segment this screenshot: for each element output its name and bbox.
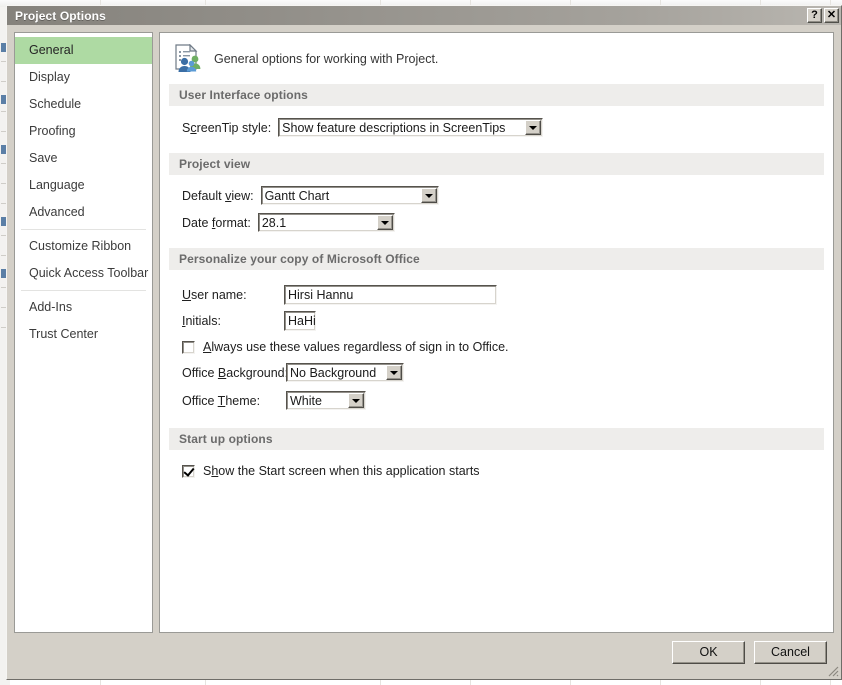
sidebar-item-quick-access-toolbar[interactable]: Quick Access Toolbar <box>15 260 152 287</box>
dialog-body: General Display Schedule Proofing Save L… <box>7 25 841 633</box>
section-header-user-interface: User Interface options <box>169 84 824 106</box>
date-format-label: Date format: <box>182 215 251 230</box>
chevron-down-icon[interactable] <box>376 215 393 230</box>
chevron-down-icon[interactable] <box>386 365 402 380</box>
resize-grip[interactable] <box>825 663 839 677</box>
options-sidebar: General Display Schedule Proofing Save L… <box>14 32 153 633</box>
sidebar-item-trust-center[interactable]: Trust Center <box>15 321 152 348</box>
sidebar-item-language[interactable]: Language <box>15 172 152 199</box>
show-start-screen-checkbox[interactable] <box>182 464 195 478</box>
date-format-dropdown[interactable]: 28.1 <box>257 213 395 232</box>
options-main-pane: General options for working with Project… <box>159 32 834 633</box>
user-name-label: User name: <box>182 287 247 302</box>
user-name-input[interactable]: Hirsi Hannu <box>284 284 497 305</box>
initials-input[interactable]: HaHi <box>284 310 316 331</box>
always-use-values-label: Always use these values regardless of si… <box>203 340 509 354</box>
sidebar-item-general[interactable]: General <box>15 37 152 64</box>
initials-label: Initials: <box>182 313 221 328</box>
section-header-project-view: Project view <box>169 153 824 175</box>
sidebar-item-display[interactable]: Display <box>15 64 152 91</box>
sidebar-separator <box>21 229 146 230</box>
sidebar-separator <box>21 290 146 291</box>
close-icon[interactable]: ✕ <box>824 8 839 23</box>
default-view-label: Default view: <box>182 188 254 203</box>
screentip-style-dropdown[interactable]: Show feature descriptions in ScreenTips <box>278 118 544 137</box>
document-people-icon <box>174 43 202 74</box>
sidebar-item-add-ins[interactable]: Add-Ins <box>15 294 152 321</box>
office-background-label: Office Background: <box>182 365 289 380</box>
date-format-row: Date format: 28.1 <box>160 211 833 234</box>
ok-button[interactable]: OK <box>672 640 745 664</box>
screentip-style-row: ScreenTip style: Show feature descriptio… <box>160 116 833 139</box>
always-use-values-checkbox-row[interactable]: Always use these values regardless of si… <box>160 336 833 358</box>
chevron-down-icon[interactable] <box>420 188 437 203</box>
pane-header-text: General options for working with Project… <box>214 52 439 66</box>
pane-header: General options for working with Project… <box>160 33 833 84</box>
sidebar-item-customize-ribbon[interactable]: Customize Ribbon <box>15 233 152 260</box>
chevron-down-icon[interactable] <box>348 393 364 408</box>
help-icon[interactable]: ? <box>807 8 822 23</box>
sidebar-item-schedule[interactable]: Schedule <box>15 91 152 118</box>
sidebar-item-proofing[interactable]: Proofing <box>15 118 152 145</box>
always-use-values-checkbox[interactable] <box>182 340 195 354</box>
user-name-row: User name: Hirsi Hannu <box>160 283 833 306</box>
sidebar-item-save[interactable]: Save <box>15 145 152 172</box>
office-background-row: Office Background: No Background <box>160 361 833 384</box>
section-header-personalize: Personalize your copy of Microsoft Offic… <box>169 248 824 270</box>
dialog-titlebar[interactable]: Project Options ? ✕ <box>7 6 841 25</box>
dialog-footer: OK Cancel <box>7 633 841 679</box>
screentip-style-label: ScreenTip style: <box>182 120 272 135</box>
chevron-down-icon[interactable] <box>525 120 542 135</box>
section-header-startup: Start up options <box>169 428 824 450</box>
dialog-title: Project Options <box>15 8 106 23</box>
office-theme-row: Office Theme: White <box>160 389 833 412</box>
office-theme-dropdown[interactable]: White <box>286 391 366 410</box>
initials-row: Initials: HaHi <box>160 309 833 332</box>
default-view-row: Default view: Gantt Chart <box>160 184 833 207</box>
cancel-button[interactable]: Cancel <box>754 640 827 664</box>
office-background-dropdown[interactable]: No Background <box>286 363 404 382</box>
show-start-screen-checkbox-row[interactable]: Show the Start screen when this applicat… <box>160 460 833 482</box>
sidebar-item-advanced[interactable]: Advanced <box>15 199 152 226</box>
default-view-dropdown[interactable]: Gantt Chart <box>260 186 439 205</box>
office-theme-label: Office Theme: <box>182 393 261 408</box>
project-options-dialog: Project Options ? ✕ General Display Sche… <box>6 5 842 680</box>
show-start-screen-label: Show the Start screen when this applicat… <box>203 464 480 478</box>
